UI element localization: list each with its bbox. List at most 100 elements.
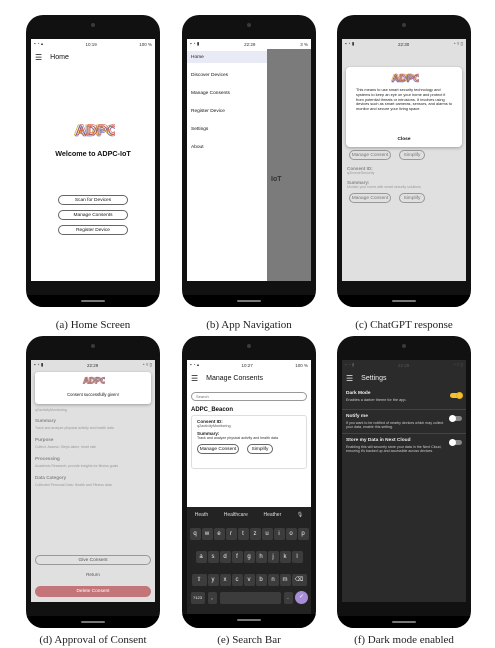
setting-desc: If you want to be notified of nearby dev… [346,421,444,430]
key[interactable]: x [219,574,231,586]
key[interactable]: c [231,574,243,586]
suggestion-strip: Heath Healthcare Heather 🎙 [187,509,311,520]
camera-dot [402,344,406,348]
key[interactable]: y [207,574,219,586]
success-dialog: ADPC ADPC ADPC Consent successfully give… [35,372,151,404]
status-battery: ◔ ▿ ▯ [453,41,463,46]
drawer-item-discover-devices[interactable]: Discover Devices [187,70,267,81]
key[interactable]: v [243,574,255,586]
simplify-button-2[interactable]: Simplify [399,193,425,203]
phone-dark-mode: ▪ ◔ ▮ 22:29 ◔ ▿ ▯ ☰ Settings Dark Mode E… [337,336,471,628]
status-icons-left: ▪ ◔ ▮ [190,41,200,46]
delete-consent-button[interactable]: Delete Consent [35,586,151,597]
phone-home-screen: ▪ ◔ ▴ 10:19 100 % ☰ Home ADPC ADPC ADPC … [26,15,160,307]
drawer-item-manage-consents[interactable]: Manage Consents [187,88,267,99]
manage-consent-button-2[interactable]: Manage Consent [349,193,391,203]
key[interactable]: j [267,551,279,563]
page-title: Home [50,54,69,61]
suggestion-2[interactable]: Healthcare [224,512,248,518]
shift-key-icon[interactable]: ⇧ [191,574,207,586]
home-indicator[interactable] [392,300,416,302]
key[interactable]: g [243,551,255,563]
status-time: 22:29 [398,362,410,368]
drawer-item-home[interactable]: Home [187,51,267,63]
drawer-item-about[interactable]: About [187,142,267,153]
key[interactable]: d [219,551,231,563]
comma-key[interactable]: , [207,591,217,604]
key[interactable]: e [213,528,225,540]
simplify-button[interactable]: Simplify [399,150,425,160]
key[interactable]: a [195,551,207,563]
key[interactable]: u [261,528,273,540]
give-consent-button[interactable]: Give Consent [35,555,151,565]
key[interactable]: t [237,528,249,540]
drawer-scrim[interactable]: IoT [267,49,311,281]
setting-title: Dark Mode [346,391,371,396]
screen-search: ▪ ◔ ▴ 10:27 100 % ☰ Manage Consents ADPC… [187,360,311,614]
manage-consents-button[interactable]: Manage Consents [58,210,128,220]
key[interactable]: f [231,551,243,563]
key[interactable]: b [255,574,267,586]
caption-e: (e) Search Bar [217,634,281,646]
status-bar: ▪ ◔ ▮ 22:29 3 % [187,39,311,49]
home-indicator[interactable] [237,300,261,302]
key[interactable]: n [267,574,279,586]
home-indicator[interactable] [392,621,416,623]
suggestion-1[interactable]: Heath [195,512,208,518]
page-title: Manage Consents [206,375,263,382]
suggestion-3[interactable]: Heather [263,512,281,518]
register-device-button[interactable]: Register Device [58,225,128,235]
consent-id-value: q2homeSecurity [347,171,375,175]
simplify-button[interactable]: Simplify [247,444,273,454]
menu-icon[interactable]: ☰ [191,374,198,383]
camera-dot [91,344,95,348]
scan-devices-button[interactable]: Scan for Devices [58,195,128,205]
key[interactable]: s [207,551,219,563]
home-indicator[interactable] [81,621,105,623]
drawer-item-settings[interactable]: Settings [187,124,267,135]
summary-value: Track and analyze physical activity and … [197,436,278,440]
key[interactable]: m [279,574,291,586]
setting-dark-mode: Dark Mode Enables a darker theme for the… [342,387,466,409]
space-key[interactable] [219,591,281,604]
backspace-key-icon[interactable]: ⌫ [291,574,307,586]
home-indicator[interactable] [81,300,105,302]
key[interactable]: w [201,528,213,540]
summary-value: Track and analyze physical activity and … [35,426,114,430]
key[interactable]: i [273,528,285,540]
key[interactable]: z [249,528,261,540]
key-row-1: qwertzuiop [187,522,311,540]
key[interactable]: l [291,551,303,563]
chatgpt-dialog: ADPC ADPC ADPC This means to use smart s… [346,67,462,147]
home-indicator[interactable] [237,619,261,621]
cloud-toggle[interactable] [449,439,462,446]
key[interactable]: r [225,528,237,540]
app-bar: ☰ Settings [342,370,466,387]
key[interactable]: p [297,528,309,540]
enter-key-icon[interactable]: ✓ [295,591,308,604]
data-category-value: Collected Personal Data: Health and Fitn… [35,483,112,487]
manage-consent-button[interactable]: Manage Consent [197,444,239,454]
status-time: 10:27 [241,362,253,368]
key[interactable]: o [285,528,297,540]
drawer-item-register-device[interactable]: Register Device [187,106,267,117]
notify-toggle[interactable] [449,415,462,422]
status-battery: 100 % [139,41,152,47]
manage-consent-button[interactable]: Manage Consent [349,150,391,160]
menu-icon[interactable]: ☰ [346,374,353,383]
dark-mode-toggle[interactable] [450,392,463,399]
numbers-key[interactable]: ?123 [190,591,205,604]
status-bar: ▪ ◔ ▮ 22:29 ◔ ▿ ▯ [31,360,155,370]
return-button[interactable]: Return [31,572,155,577]
key[interactable]: q [189,528,201,540]
welcome-heading: Welcome to ADPC-IoT [55,149,131,158]
close-button[interactable]: Close [346,137,462,142]
system-nav-bar [337,295,471,307]
key[interactable]: h [255,551,267,563]
menu-icon[interactable]: ☰ [35,53,42,62]
key[interactable]: k [279,551,291,563]
period-key[interactable]: . [283,591,293,604]
screen-settings-dark: ▪ ◔ ▮ 22:29 ◔ ▿ ▯ ☰ Settings Dark Mode E… [342,360,466,602]
mic-icon[interactable]: 🎙 [297,512,303,518]
search-input[interactable] [191,392,307,401]
